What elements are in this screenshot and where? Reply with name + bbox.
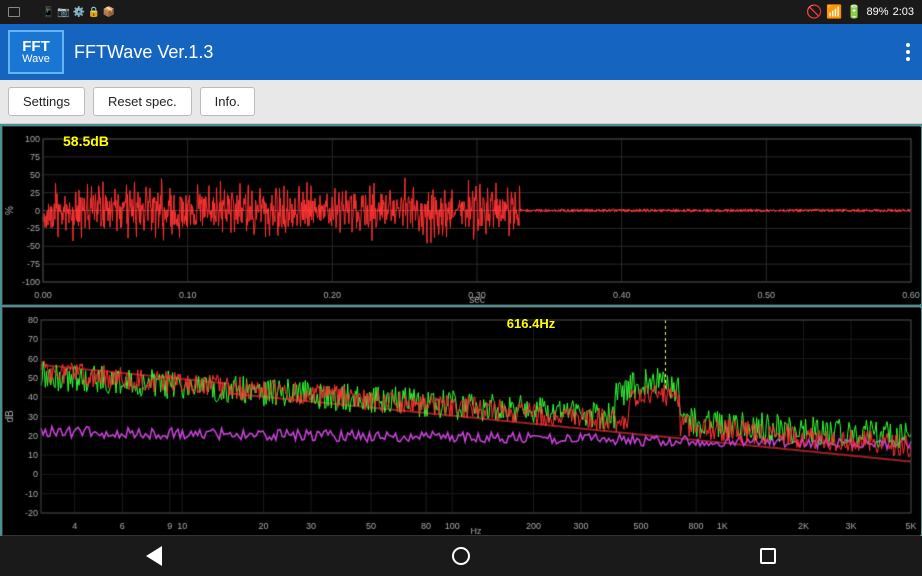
reset-spec-button[interactable]: Reset spec. <box>93 87 192 116</box>
overflow-menu-button[interactable] <box>902 39 914 65</box>
app-logo: FFT Wave <box>8 30 64 74</box>
app-bar: FFT Wave FFTWave Ver.1.3 <box>0 24 922 80</box>
fft-chart: 616.4Hz <box>2 307 920 536</box>
battery-percent: 89% <box>867 6 889 18</box>
signal-icon <box>24 7 38 17</box>
logo-fft: FFT <box>22 39 50 54</box>
status-icons-right: 🚫 📶 🔋 89% 2:03 <box>806 4 914 20</box>
nav-bar <box>0 536 922 576</box>
wave-peak-label: 58.5dB <box>63 133 109 149</box>
app-title: FFTWave Ver.1.3 <box>74 42 902 63</box>
wifi-icon <box>8 7 20 17</box>
battery-icon: 🔋 <box>846 4 862 20</box>
logo-wave: Wave <box>22 54 50 65</box>
home-button[interactable] <box>431 539 491 573</box>
info-button[interactable]: Info. <box>200 87 255 116</box>
back-icon <box>146 546 162 566</box>
wave-canvas <box>3 127 921 304</box>
main-content: 58.5dB 616.4Hz <box>0 124 922 536</box>
recent-button[interactable] <box>738 539 798 573</box>
fft-peak-label: 616.4Hz <box>507 316 555 331</box>
settings-button[interactable]: Settings <box>8 87 85 116</box>
extra-icons: 📱 📷 ⚙️ 🔒 📦 <box>42 7 115 18</box>
status-bar: 📱 📷 ⚙️ 🔒 📦 🚫 📶 🔋 89% 2:03 <box>0 0 922 24</box>
status-icons-left: 📱 📷 ⚙️ 🔒 📦 <box>8 7 115 18</box>
no-sign-icon: 🚫 <box>806 4 822 20</box>
fft-canvas <box>3 308 921 535</box>
wave-chart: 58.5dB <box>2 126 920 305</box>
back-button[interactable] <box>124 539 184 573</box>
recent-icon <box>760 548 776 564</box>
time-display: 2:03 <box>893 6 914 18</box>
toolbar: Settings Reset spec. Info. <box>0 80 922 124</box>
home-icon <box>452 547 470 565</box>
wifi-status-icon: 📶 <box>826 4 842 20</box>
